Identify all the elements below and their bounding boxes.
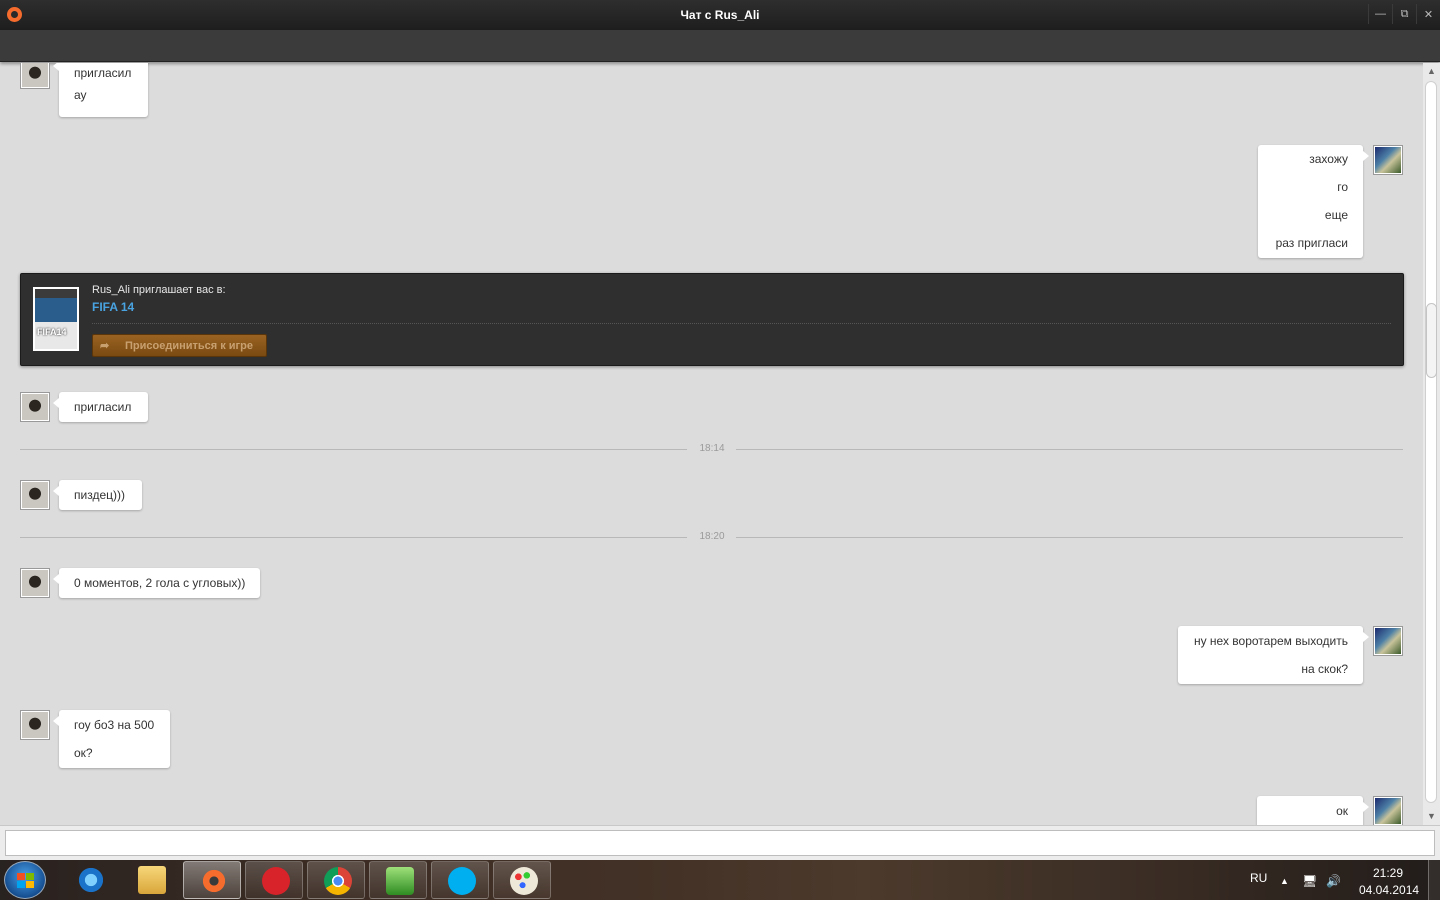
scroll-track[interactable] [1425, 81, 1437, 803]
windows-logo-icon [17, 873, 34, 888]
avatar-rus-ali[interactable] [20, 710, 50, 740]
message-text: пригласил [74, 66, 132, 80]
paint-palette-icon [510, 867, 538, 895]
timestamp: 18:14 [699, 443, 725, 454]
message-text: пиздец))) [74, 488, 125, 502]
message-input[interactable] [5, 830, 1435, 856]
show-desktop-button[interactable] [1428, 860, 1440, 900]
chat-scrollbar[interactable]: ▲ ▼ [1423, 63, 1440, 825]
start-button[interactable] [4, 861, 46, 899]
volume-icon[interactable]: 🔊 [1326, 874, 1341, 888]
invite-game-link[interactable]: FIFA 14 [92, 300, 134, 314]
fifa-14-icon [262, 867, 290, 895]
avatar-me[interactable] [1373, 145, 1403, 175]
message-text: раз пригласи [1275, 236, 1348, 250]
chrome-icon [324, 867, 352, 895]
taskbar-fifa-14[interactable] [245, 861, 303, 899]
message-bubble: ну нех воротарем выходить на скок? [1178, 626, 1369, 684]
minimize-icon: — [1375, 8, 1386, 20]
scroll-down-icon[interactable]: ▼ [1423, 808, 1440, 825]
close-button[interactable]: ✕ [1416, 4, 1440, 24]
message-bubble: гоу бо3 на 500 ок? [53, 710, 170, 768]
title-bar: Чат с Rus_Ali — ⧉ ✕ [0, 0, 1440, 30]
message-bubble: 0 моментов, 2 гола с угловых)) [53, 568, 260, 598]
join-game-button[interactable]: ➦ Присоединиться к игре [92, 334, 267, 357]
avatar-rus-ali[interactable] [20, 392, 50, 422]
game-cover[interactable]: FIFA14 [33, 287, 79, 351]
chat-history[interactable]: пригласил ау захожу го еще раз пригласи … [0, 63, 1422, 825]
timestamp: 18:20 [699, 531, 725, 542]
message-text: гоу бо3 на 500 [74, 718, 155, 732]
avatar-rus-ali[interactable] [20, 63, 50, 89]
show-hidden-icons-icon[interactable]: ▲ [1280, 876, 1289, 886]
message-text: еще [1324, 208, 1348, 222]
divider [92, 323, 1391, 324]
clock-date[interactable]: 04.04.2014 [1359, 883, 1419, 897]
chat-toolbar [0, 30, 1440, 62]
join-game-label: Присоединиться к игре [125, 339, 253, 352]
window-controls: — ⧉ ✕ [1368, 4, 1440, 24]
network-icon[interactable]: 🖥 [1302, 874, 1317, 888]
restore-icon: ⧉ [1400, 7, 1409, 20]
minimize-button[interactable]: — [1368, 4, 1392, 24]
avatar-rus-ali[interactable] [20, 568, 50, 598]
cover-text: FIFA14 [37, 327, 67, 337]
message-text: 0 моментов, 2 гола с угловых)) [74, 576, 246, 590]
windows-taskbar [0, 860, 1440, 900]
restore-button[interactable]: ⧉ [1392, 4, 1416, 24]
taskbar-utorrent[interactable] [369, 861, 427, 899]
message-bubble: пиздец))) [53, 480, 142, 510]
message-text: захожу [1309, 152, 1348, 166]
taskbar-internet-explorer[interactable] [61, 861, 119, 899]
message-input-area [0, 825, 1440, 860]
message-bubble: захожу го еще раз пригласи [1258, 145, 1369, 258]
message-text: ок? [74, 746, 93, 760]
message-text: на скок? [1301, 662, 1348, 676]
taskbar-skype[interactable] [431, 861, 489, 899]
avatar-me[interactable] [1373, 626, 1403, 656]
message-bubble: ок [1257, 796, 1369, 825]
window-title: Чат с Rus_Ali [680, 8, 760, 22]
time-separator: 18:14 [20, 442, 1403, 456]
folder-icon [138, 866, 166, 894]
message-text: ау [74, 88, 87, 102]
message-text: пригласил [74, 400, 132, 414]
scroll-thumb[interactable] [1426, 303, 1437, 378]
avatar-me[interactable] [1373, 796, 1403, 825]
taskbar-paint[interactable] [493, 861, 551, 899]
invite-lead: Rus_Ali приглашает вас в: [92, 284, 226, 296]
scroll-up-icon[interactable]: ▲ [1423, 63, 1440, 80]
skype-icon [448, 867, 476, 895]
message-text: ну нех воротарем выходить [1193, 634, 1348, 648]
utorrent-icon [386, 867, 414, 895]
origin-icon [200, 867, 228, 895]
time-separator: 18:20 [20, 530, 1403, 544]
avatar-rus-ali[interactable] [20, 480, 50, 510]
taskbar-chrome[interactable] [307, 861, 365, 899]
game-invite-card: FIFA14 Rus_Ali приглашает вас в: FIFA 14… [20, 273, 1404, 366]
taskbar-origin[interactable] [183, 861, 241, 899]
taskbar-file-explorer[interactable] [122, 861, 180, 899]
message-bubble: пригласил [53, 392, 148, 422]
language-indicator[interactable]: RU [1250, 871, 1267, 885]
close-icon: ✕ [1423, 8, 1434, 21]
message-text: го [1337, 180, 1348, 194]
internet-explorer-icon [77, 866, 105, 894]
message-bubble: пригласил ау [53, 63, 148, 117]
share-arrow-icon: ➦ [100, 340, 110, 352]
clock-time[interactable]: 21:29 [1373, 866, 1403, 880]
message-text: ок [1336, 804, 1348, 818]
